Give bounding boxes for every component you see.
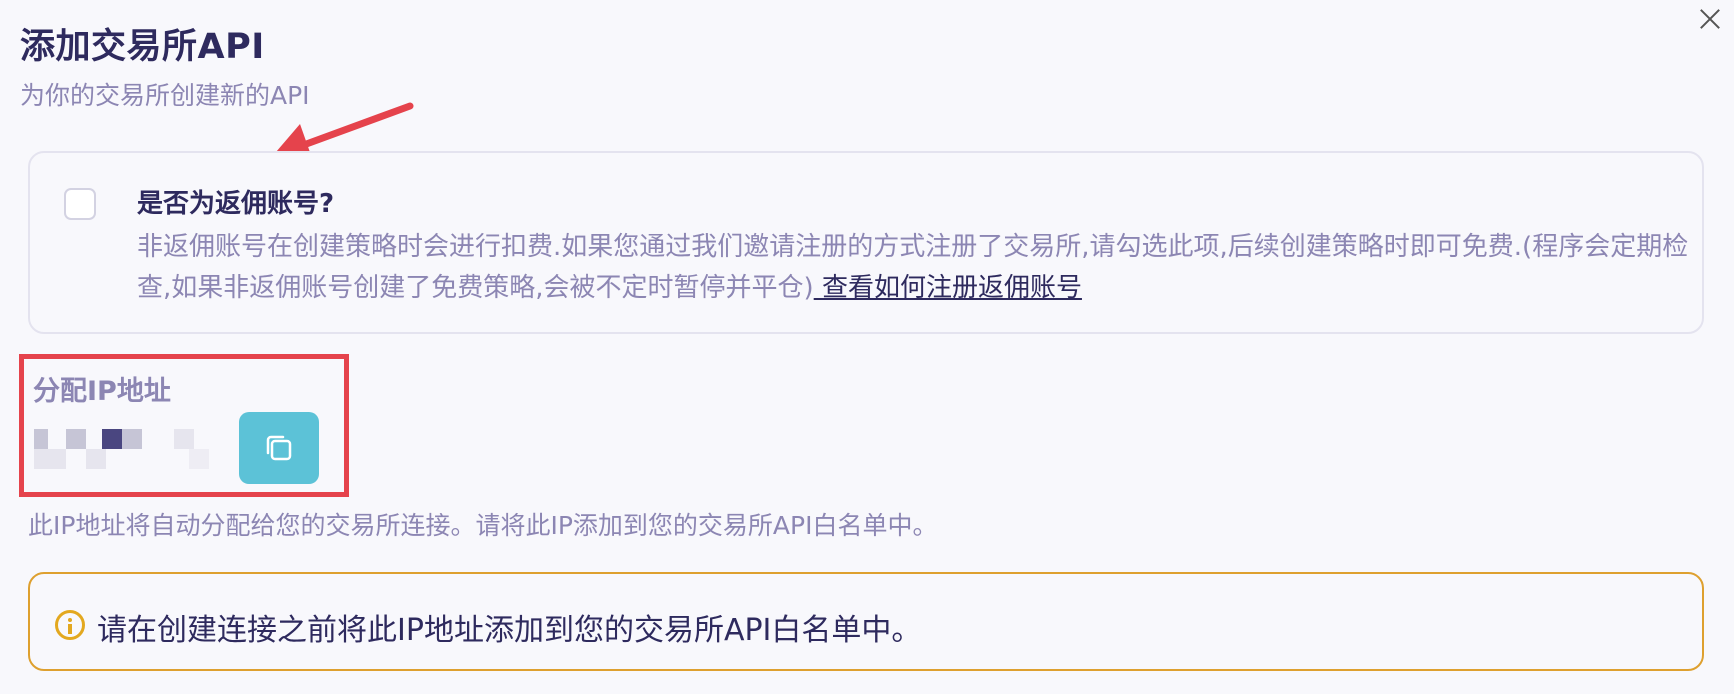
whitelist-warning: 请在创建连接之前将此IP地址添加到您的交易所API白名单中。 xyxy=(28,572,1704,671)
add-exchange-api-dialog: 添加交易所API 为你的交易所创建新的API 是否为返佣账号? 非返佣账号在创建… xyxy=(0,0,1734,694)
copy-ip-button[interactable] xyxy=(239,412,319,484)
ip-address-value-redacted xyxy=(34,429,209,469)
close-icon[interactable] xyxy=(1696,4,1726,34)
rebate-title: 是否为返佣账号? xyxy=(137,189,335,219)
dialog-title: 添加交易所API xyxy=(20,27,265,67)
rebate-checkbox[interactable] xyxy=(64,188,96,220)
info-icon xyxy=(55,610,85,640)
rebate-help-link[interactable]: 查看如何注册返佣账号 xyxy=(814,273,1082,303)
rebate-description: 非返佣账号在创建策略时会进行扣费.如果您通过我们邀请注册的方式注册了交易所,请勾… xyxy=(137,227,1697,309)
assigned-ip-section: 分配IP地址 xyxy=(19,354,349,497)
ip-note: 此IP地址将自动分配给您的交易所连接。请将此IP添加到您的交易所API白名单中。 xyxy=(28,511,938,540)
copy-icon xyxy=(266,435,292,461)
rebate-account-card: 是否为返佣账号? 非返佣账号在创建策略时会进行扣费.如果您通过我们邀请注册的方式… xyxy=(28,151,1704,334)
ip-label: 分配IP地址 xyxy=(33,376,171,407)
warning-text: 请在创建连接之前将此IP地址添加到您的交易所API白名单中。 xyxy=(97,613,922,648)
